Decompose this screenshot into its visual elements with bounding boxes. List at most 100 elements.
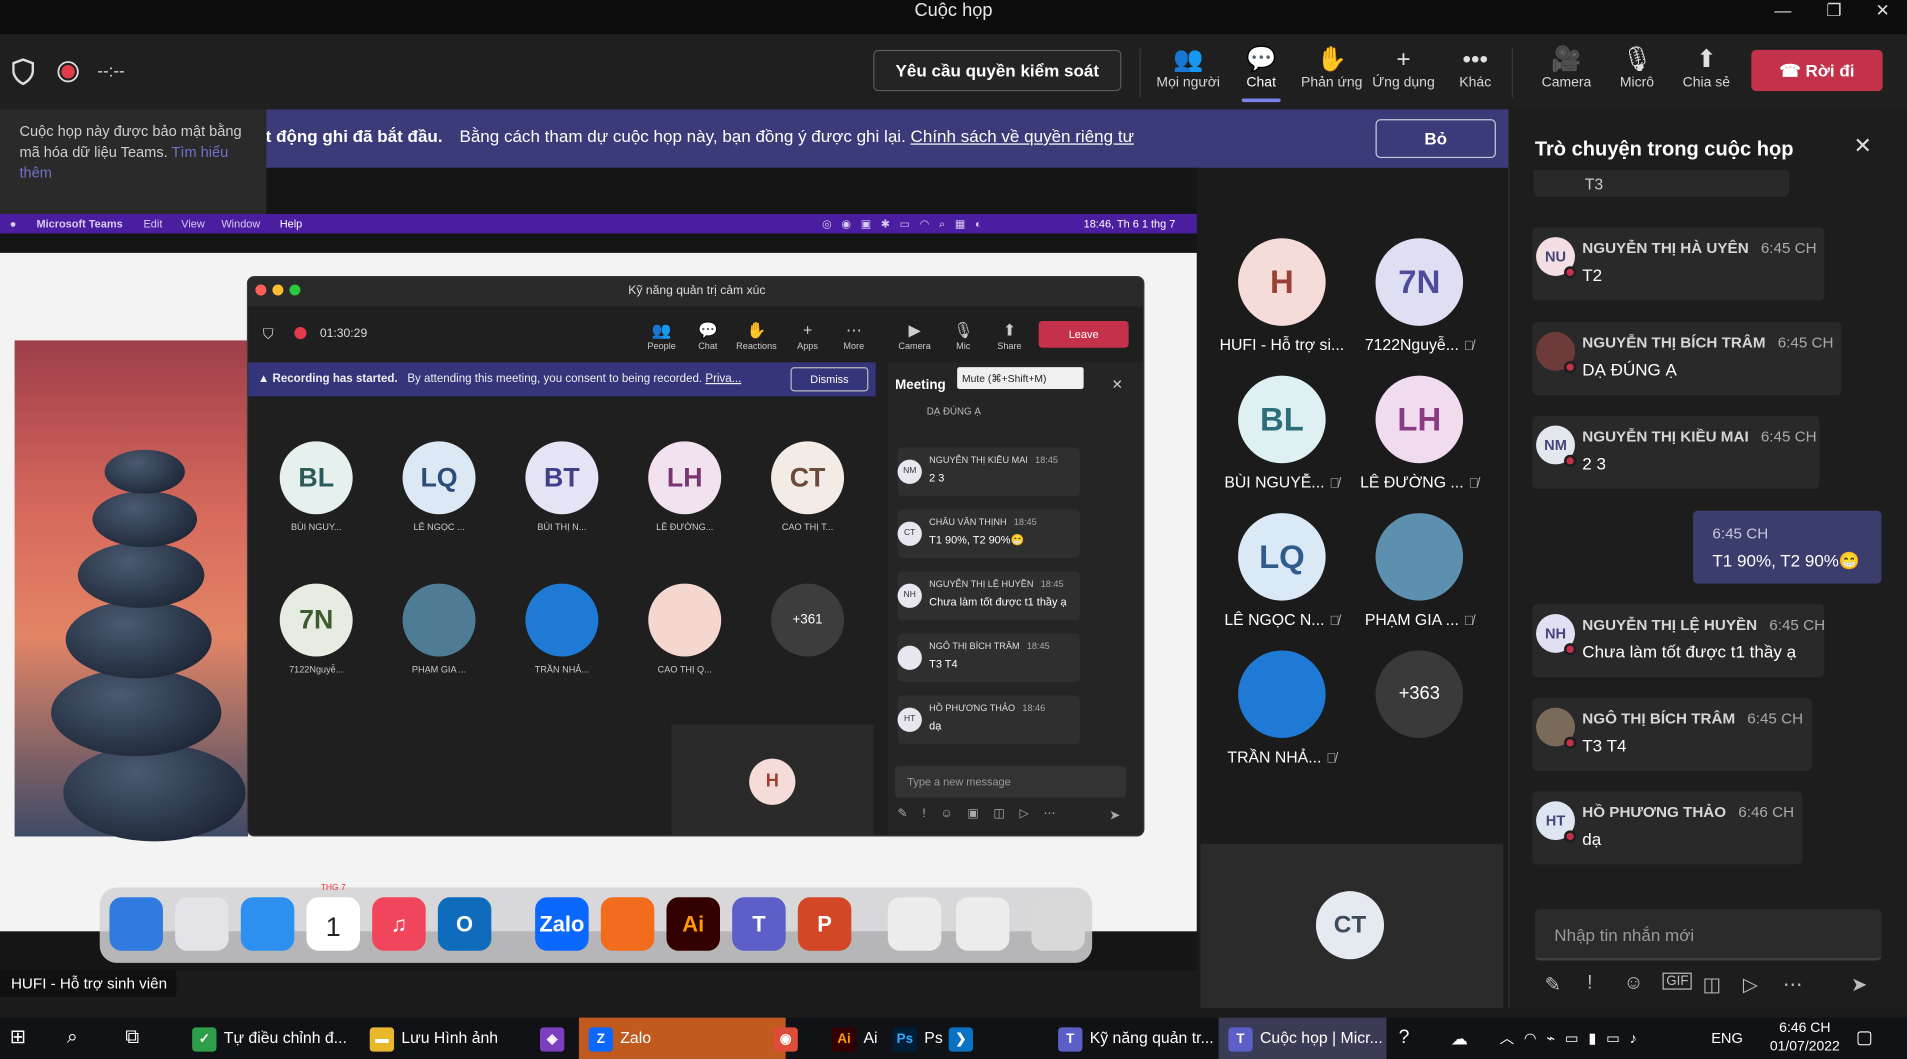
taskbar-app[interactable]: ✓ Tự điều chỉnh đ...	[182, 1018, 352, 1059]
participant-tile[interactable]: +363	[1352, 650, 1486, 747]
control-share[interactable]: ⬆ Chia sẻ	[1670, 44, 1743, 90]
taskbar-app[interactable]: ◈	[530, 1018, 566, 1059]
shared-toolbar-icon: ⬆	[1002, 320, 1017, 340]
shared-chat-message: NH NGUYỄN THỊ LỆ HUYỀN 18:45 Chưa làm tốt đ…	[897, 571, 1080, 621]
gif-icon[interactable]: GIF	[1662, 972, 1693, 990]
notification-icon[interactable]: ▢	[1856, 1018, 1873, 1059]
taskbar-app[interactable]: Ai Ai	[822, 1018, 878, 1059]
presenter-name-tag: HUFI - Hỗ trợ sinh viên	[0, 970, 177, 997]
participant-name: TRẦN NHẢ... 🎙̸	[1227, 747, 1337, 766]
shared-participant-tile: BL BÙI NGUY...	[263, 441, 370, 533]
outlook-icon[interactable]: O	[437, 897, 492, 951]
mac-app-name: Microsoft Teams	[36, 217, 123, 230]
participant-tile[interactable]: PHẠM GIA ... 🎙̸	[1352, 513, 1486, 629]
participant-tile[interactable]: 7N 7122Nguyễ... 🎙̸	[1352, 238, 1486, 354]
taskbar-app[interactable]: Ps Ps	[883, 1018, 943, 1059]
shield-icon[interactable]	[12, 58, 35, 86]
toolbar-reactions[interactable]: ✋ Phản ứng	[1295, 44, 1368, 90]
shared-toolbar-label: Share	[997, 340, 1022, 352]
warning-icon: ▲	[257, 372, 273, 386]
leave-button[interactable]: ☎ Rời đi	[1751, 49, 1883, 92]
taskbar-app[interactable]: T Cuộc họp | Micr...	[1218, 1017, 1387, 1059]
meeting-toolbar: --:-- Yêu cầu quyền kiểm soát 👥 Mọi người…	[0, 34, 1907, 110]
shared-chat-avatar: CT	[897, 521, 922, 546]
participant-avatar	[1375, 513, 1464, 601]
system-clock[interactable]: 6:46 CH 01/07/2022	[1763, 1020, 1846, 1056]
finder-icon[interactable]	[109, 897, 163, 951]
powerpoint-icon[interactable]: P	[797, 897, 852, 951]
important-icon[interactable]: !	[1587, 973, 1592, 995]
illustrator-icon[interactable]: Ai	[666, 897, 720, 951]
shared-chat-prev-message: DẠ ĐÚNG Ạ	[926, 406, 981, 418]
close-chat-icon[interactable]: ✕	[1853, 134, 1871, 160]
shared-toolbar-icon: 🎙	[953, 320, 974, 340]
taskbar-app[interactable]: Z Zalo	[578, 1017, 786, 1059]
encryption-popup: Cuộc họp này được bảo mật bằng mã hóa dữ…	[0, 109, 267, 214]
shared-chat-sender: HỒ PHƯƠNG THẢO 18:46	[929, 702, 1046, 714]
mac-minimize-icon	[272, 284, 284, 296]
calendar-icon[interactable]: 1 THG 7	[306, 884, 360, 951]
chat-sender: NGUYỄN THỊ KIỀU MAI 6:45 CH	[1582, 427, 1817, 445]
format-icon[interactable]: ✎	[1545, 973, 1561, 997]
emoji-icon[interactable]: ☺	[1624, 973, 1644, 995]
shared-toolbar-item: ⬆ Share	[988, 321, 1032, 351]
taskbar-app[interactable]: ▬ Lưu Hình ảnh	[360, 1018, 518, 1059]
help-icon[interactable]: ?	[1399, 1018, 1410, 1059]
close-window-button[interactable]: ✕	[1858, 0, 1907, 24]
taskbar-app[interactable]: ◉	[764, 1018, 800, 1059]
request-control-button[interactable]: Yêu cầu quyền kiểm soát	[873, 49, 1122, 92]
schedule-icon[interactable]: ▷	[1743, 973, 1758, 997]
minimize-button[interactable]: —	[1759, 0, 1808, 24]
shared-participant-tile: PHẠM GIA ...	[386, 583, 493, 675]
teams-icon[interactable]: T	[732, 897, 786, 951]
system-tray-icons[interactable]: ︿◠⌁▭▮▭♪	[1500, 1018, 1647, 1059]
message-input[interactable]: Nhập tin nhắn mới	[1534, 909, 1882, 961]
participant-avatar	[1238, 650, 1326, 738]
launchpad-icon[interactable]	[175, 897, 229, 951]
windows-start-icon[interactable]: ⊞	[10, 1018, 26, 1059]
participant-avatar: LH	[1375, 375, 1464, 464]
trash-icon[interactable]	[1031, 897, 1085, 951]
taskbar-app[interactable]: T Kỹ năng quản tr...	[1048, 1018, 1214, 1059]
dismiss-banner-button[interactable]: Bỏ	[1375, 119, 1496, 159]
window-title: Cuộc họp	[914, 0, 993, 21]
control-mic-off[interactable]: 🎙 Micrô	[1601, 44, 1674, 90]
shared-dismiss-button: Dismiss	[790, 367, 869, 392]
mic-off-icon: 🎙̸	[1329, 476, 1340, 492]
privacy-policy-link[interactable]: Chính sách về quyền riêng tư	[911, 126, 1134, 145]
participant-tile[interactable]: BL BÙI NGUYỄ... 🎙̸	[1215, 375, 1349, 492]
toolbar-chat[interactable]: 💬 Chat	[1225, 44, 1298, 103]
search-icon[interactable]: ⌕	[67, 1018, 78, 1059]
control-camera-off[interactable]: 🎥 Camera	[1530, 44, 1603, 90]
shared-participant-tile: +361	[754, 583, 861, 664]
calendar-month: THG 7	[320, 883, 346, 893]
toolbar-more[interactable]: ••• Khác	[1439, 44, 1512, 90]
more-options-icon[interactable]: ⋯	[1783, 973, 1802, 997]
participant-tile[interactable]: H HUFI - Hỗ trợ si...	[1215, 238, 1349, 354]
mac-menu-item: View	[181, 217, 205, 230]
my-message: 6:45 CH T1 90%, T2 90%😁	[1692, 510, 1882, 584]
task-view-icon[interactable]: ⧉	[125, 1018, 139, 1059]
window-thumb-icon[interactable]	[955, 897, 1010, 951]
taskbar-label: Kỹ năng quản tr...	[1089, 1028, 1214, 1047]
toolbar-apps[interactable]: + Ứng dụng	[1367, 44, 1440, 90]
maximize-button[interactable]: ❐	[1810, 0, 1859, 24]
shared-compose-tools: ✎!☺▣◫▷⋯	[897, 807, 1071, 821]
sticker-icon[interactable]: ◫	[1703, 973, 1721, 997]
music-icon[interactable]: ♫	[372, 897, 426, 951]
window-thumb-icon[interactable]	[887, 897, 942, 951]
toolbar-people[interactable]: 👥 Mọi người	[1152, 44, 1225, 90]
recording-icon	[294, 327, 307, 340]
zalo-icon[interactable]: Zalo	[535, 897, 589, 951]
participant-tile[interactable]: LH LÊ ĐƯỜNG ... 🎙̸	[1352, 375, 1486, 491]
participant-name: 7122Nguyễ... 🎙̸	[1364, 335, 1474, 354]
shared-toolbar-icon: 💬	[697, 320, 718, 340]
language-indicator[interactable]: ENG	[1711, 1018, 1743, 1059]
cloud-icon[interactable]: ☁	[1451, 1018, 1468, 1059]
taskbar-app[interactable]: ❯	[939, 1018, 975, 1059]
safari-icon[interactable]	[240, 897, 295, 951]
participant-tile[interactable]: TRẦN NHẢ... 🎙̸	[1215, 650, 1349, 766]
send-icon[interactable]: ➤	[1851, 973, 1867, 997]
firefox-icon[interactable]	[600, 897, 655, 951]
participant-tile[interactable]: LQ LÊ NGỌC N... 🎙̸	[1215, 513, 1349, 629]
